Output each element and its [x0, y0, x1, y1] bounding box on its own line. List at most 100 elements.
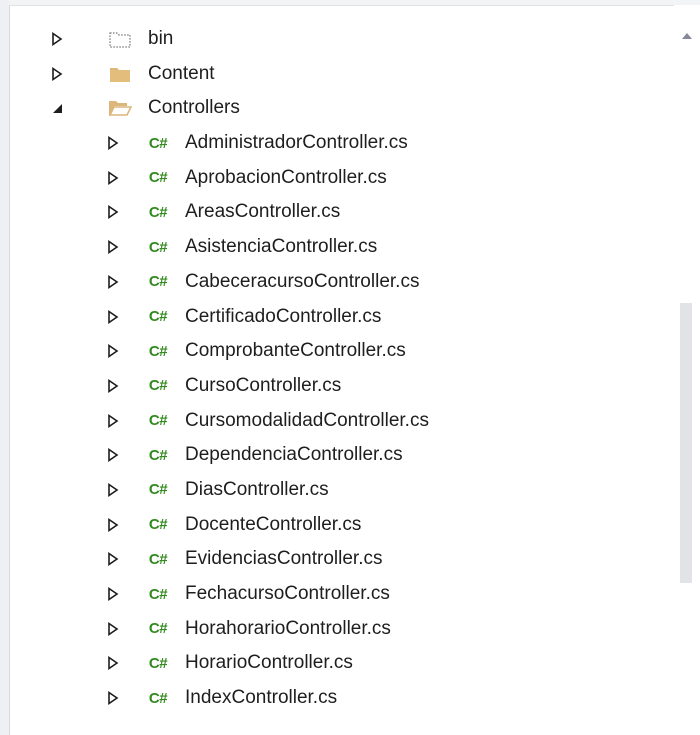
tree-item-label: bin: [148, 28, 174, 49]
tree-item-label: FechacursoController.cs: [185, 583, 390, 604]
csharp-badge: C#: [148, 446, 168, 464]
csharp-badge: C#: [148, 550, 168, 568]
tree-item[interactable]: C# CabeceracursoController.cs: [10, 265, 674, 300]
scroll-thumb[interactable]: [680, 303, 692, 583]
tree-item-label: Content: [148, 62, 215, 84]
tree-item-label: Controllers: [148, 97, 240, 119]
tree-item[interactable]: C# HorahorarioController.cs: [10, 612, 674, 647]
expand-arrow-icon[interactable]: [50, 32, 64, 46]
expand-arrow-icon[interactable]: [106, 309, 120, 324]
expand-arrow-icon[interactable]: [106, 517, 120, 532]
expand-arrow-icon[interactable]: [106, 621, 120, 636]
tree-item-label: AsistenciaController.cs: [185, 236, 378, 258]
tree-item[interactable]: C# AdministradorController.cs: [10, 126, 674, 161]
csharp-badge: C#: [148, 585, 168, 603]
csharp-file-icon: C#: [146, 619, 170, 639]
tree-item[interactable]: Controllers: [10, 91, 674, 126]
tree-item-label: HorahorarioController.cs: [185, 617, 391, 639]
expand-arrow-icon[interactable]: [106, 448, 120, 463]
csharp-file-icon: C#: [146, 445, 170, 465]
tree-item[interactable]: C# DependenciaController.cs: [10, 438, 674, 473]
csharp-file-icon: C#: [146, 168, 170, 188]
csharp-badge: C#: [148, 481, 168, 499]
csharp-file-icon: C#: [146, 653, 170, 673]
folder-icon: [108, 64, 132, 84]
tree-item[interactable]: C# CertificadoController.cs: [10, 300, 674, 335]
tree-item-label: CabeceracursoController.cs: [185, 270, 420, 292]
csharp-file-icon: C#: [146, 272, 170, 292]
tree-item-label: EvidenciasController.cs: [185, 548, 383, 570]
csharp-badge: C#: [148, 377, 168, 395]
expand-arrow-icon[interactable]: [106, 587, 120, 601]
tree-item[interactable]: C# FechacursoController.cs: [10, 577, 674, 612]
expand-arrow-icon[interactable]: [106, 413, 120, 428]
csharp-badge: C#: [148, 273, 168, 291]
csharp-badge: C#: [148, 654, 168, 672]
csharp-file-icon: C#: [146, 202, 170, 222]
tree-item-label: AdministradorController.cs: [185, 132, 408, 154]
expand-arrow-icon[interactable]: [106, 344, 120, 359]
tree-item-label: AprobacionController.cs: [185, 166, 387, 188]
tree-item[interactable]: C# AsistenciaController.cs: [10, 230, 674, 265]
solution-explorer-tree: bin Content Controllers C# AdministradorCont…: [10, 22, 674, 716]
tree-item[interactable]: C# CursoController.cs: [10, 369, 674, 404]
csharp-file-icon: C#: [146, 341, 170, 361]
csharp-badge: C#: [148, 412, 168, 430]
expand-arrow-icon[interactable]: [106, 240, 120, 255]
expand-arrow-icon[interactable]: [106, 378, 120, 393]
tree-item[interactable]: C# IndexController.cs: [10, 681, 674, 716]
tree-item[interactable]: C# CursomodalidadController.cs: [10, 404, 674, 439]
left-edge-strip: [0, 0, 10, 735]
tree-item[interactable]: C# DocenteController.cs: [10, 508, 674, 543]
tree-item[interactable]: C# DiasController.cs: [10, 473, 674, 508]
tree-item[interactable]: Content: [10, 57, 674, 92]
tree-item-label: DocenteController.cs: [185, 513, 362, 535]
tree-item-label: DependenciaController.cs: [185, 444, 403, 466]
csharp-file-icon: C#: [146, 549, 170, 569]
tree-item[interactable]: C# AprobacionController.cs: [10, 161, 674, 196]
csharp-file-icon: C#: [146, 237, 170, 257]
expand-arrow-icon[interactable]: [106, 170, 120, 185]
csharp-badge: C#: [148, 203, 168, 221]
tree-item-label: HorarioController.cs: [185, 652, 353, 674]
tree-item-label: CertificadoController.cs: [185, 305, 382, 327]
tree-item-label: CursoController.cs: [185, 374, 342, 396]
tree-item[interactable]: C# ComprobanteController.cs: [10, 334, 674, 369]
csharp-file-icon: C#: [146, 133, 170, 153]
tree-item[interactable]: C# EvidenciasController.cs: [10, 542, 674, 577]
csharp-badge: C#: [148, 169, 168, 187]
csharp-badge: C#: [148, 516, 168, 534]
tree-item-label: AreasController.cs: [185, 201, 341, 223]
expand-arrow-icon[interactable]: [106, 691, 120, 706]
scroll-up-arrow-icon[interactable]: [682, 33, 692, 39]
csharp-badge: C#: [148, 308, 168, 325]
csharp-file-icon: C#: [146, 688, 170, 708]
expand-arrow-icon[interactable]: [106, 274, 120, 289]
csharp-file-icon: C#: [146, 411, 170, 431]
expand-arrow-icon[interactable]: [106, 552, 120, 567]
expand-arrow-icon[interactable]: [106, 482, 120, 497]
vertical-scrollbar[interactable]: [674, 5, 700, 735]
tree-item[interactable]: bin: [10, 22, 674, 57]
tree-item-label: ComprobanteController.cs: [185, 340, 406, 362]
tree-item[interactable]: C# AreasController.cs: [10, 195, 674, 230]
top-border: [9, 0, 700, 6]
tree-item-label: CursomodalidadController.cs: [185, 409, 429, 431]
expand-arrow-icon[interactable]: [106, 656, 120, 671]
tree-item[interactable]: C# HorarioController.cs: [10, 646, 674, 681]
expand-arrow-icon[interactable]: [106, 136, 120, 151]
csharp-file-icon: C#: [146, 376, 170, 396]
csharp-badge: C#: [148, 620, 168, 638]
collapse-arrow-icon[interactable]: [50, 101, 64, 115]
tree-item-label: DiasController.cs: [185, 478, 329, 500]
csharp-badge: C#: [148, 689, 168, 707]
tree-item-label: IndexController.cs: [185, 687, 338, 709]
csharp-file-icon: C#: [146, 515, 170, 535]
expand-arrow-icon[interactable]: [50, 66, 64, 81]
csharp-file-icon: C#: [146, 307, 170, 327]
expand-arrow-icon[interactable]: [106, 205, 120, 220]
csharp-file-icon: C#: [146, 480, 170, 500]
csharp-badge: C#: [148, 238, 168, 256]
csharp-file-icon: C#: [146, 584, 170, 604]
folder-open-icon: [108, 98, 132, 118]
